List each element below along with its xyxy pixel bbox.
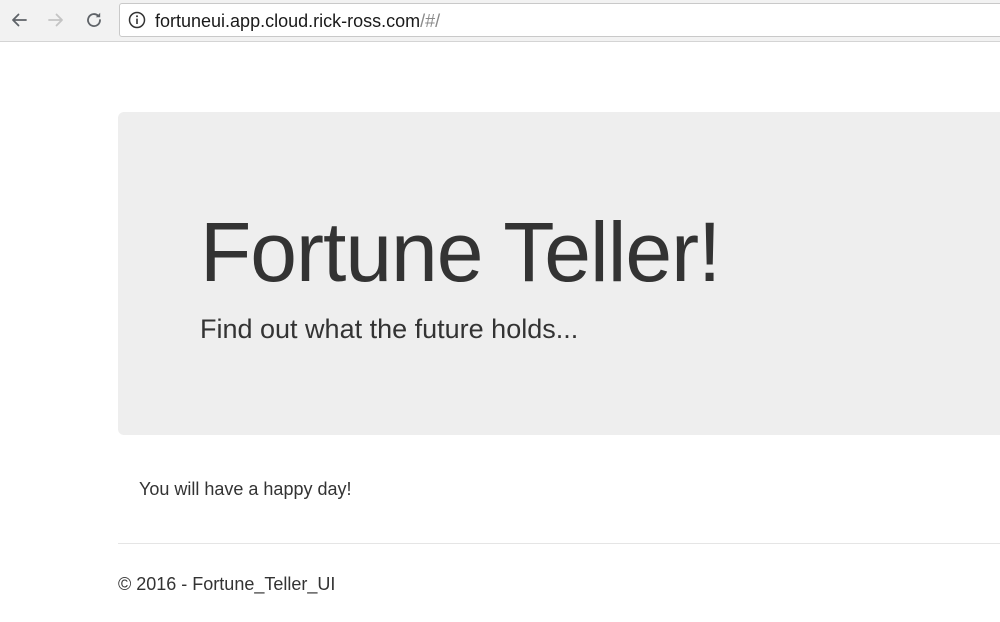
footer-divider [118, 543, 1000, 544]
reload-icon [87, 12, 101, 27]
footer-copyright: © 2016 - Fortune_Teller_UI [118, 574, 336, 594]
jumbotron: Fortune Teller! Find out what the future… [118, 112, 1000, 435]
fortune-message: You will have a happy day! [139, 479, 352, 499]
browser-toolbar: fortuneui.app.cloud.rick-ross.com/#/ [0, 0, 1000, 42]
forward-button[interactable] [43, 7, 69, 33]
address-bar[interactable]: fortuneui.app.cloud.rick-ross.com/#/ [119, 3, 1000, 37]
url-text[interactable]: fortuneui.app.cloud.rick-ross.com/#/ [155, 10, 440, 32]
back-button[interactable] [6, 7, 32, 33]
page-title: Fortune Teller! [200, 205, 721, 299]
url-path: /#/ [420, 11, 441, 31]
page-subtitle: Find out what the future holds... [200, 314, 579, 344]
url-host: fortuneui.app.cloud.rick-ross.com [155, 11, 421, 31]
reload-button[interactable] [81, 7, 107, 33]
arrow-left-icon [12, 13, 27, 27]
info-icon[interactable] [128, 11, 146, 29]
arrow-right-icon [48, 13, 63, 27]
